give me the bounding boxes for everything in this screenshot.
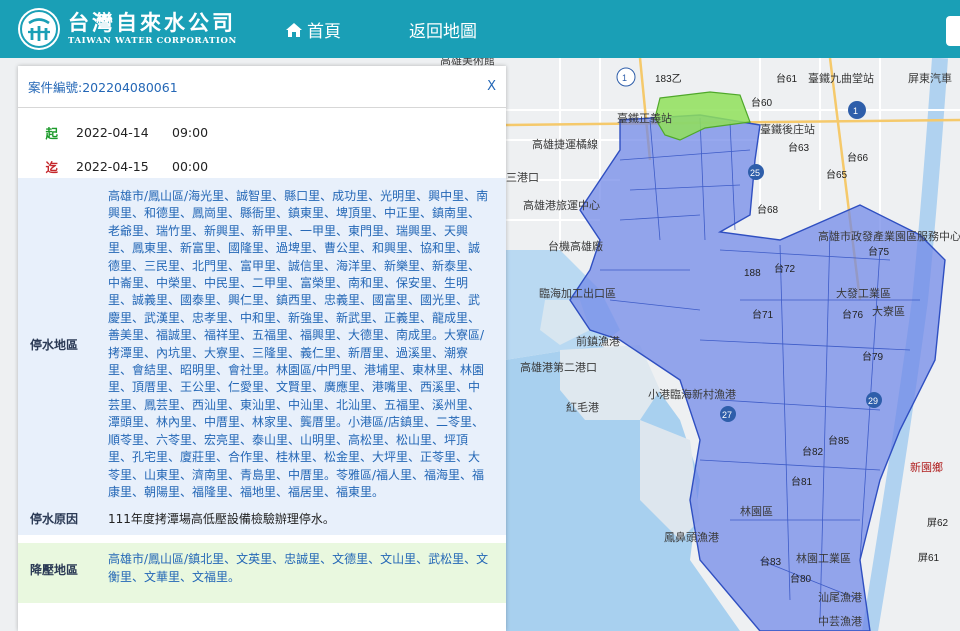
logo-english-name: TAIWAN WATER CORPORATION — [68, 36, 237, 46]
map-label-houzhan-station: 臺鐵後庄站 — [760, 122, 815, 136]
outage-reason-text: 111年度拷潭場高低壓設備檢驗辦理停水。 — [108, 511, 335, 526]
svg-text:27: 27 — [722, 410, 732, 420]
map-road-72: 台72 — [774, 262, 796, 275]
svg-text:29: 29 — [868, 396, 878, 406]
map-label-industry-center: 高雄市政發產業園區服務中心 — [818, 229, 960, 243]
nav-home-link[interactable]: 首頁 — [285, 17, 341, 42]
section-divider — [18, 535, 506, 544]
close-button[interactable]: X — [487, 79, 496, 94]
map-road-66: 台66 — [847, 151, 869, 164]
map-label-shanwei-port: 汕尾漁港 — [818, 590, 862, 604]
map-label-linyuan: 林園區 — [740, 504, 773, 518]
map-label-jiuqu-station: 臺鐵九曲堂站 — [808, 71, 874, 85]
case-number: 案件編號:202204080061 — [28, 80, 178, 95]
map-label-port2: 高雄港第二港口 — [520, 360, 597, 374]
start-label: 起 — [45, 125, 58, 141]
end-label: 迄 — [45, 159, 58, 175]
map-road-79: 台79 — [862, 350, 884, 363]
map-road-183b: 183乙 — [655, 73, 682, 85]
map-road-80: 台80 — [790, 572, 812, 585]
map-label-daliao: 大寮區 — [872, 304, 905, 318]
map-label-pingtung-bus: 屏東汽車 — [908, 71, 952, 85]
low-pressure-area-list: 高雄市/鳳山區/鎮北里、文英里、忠誠里、文德里、文山里、武松里、文衡里、文華里、… — [108, 552, 489, 584]
map-road-188: 188 — [744, 268, 761, 279]
map-road-p61: 屏61 — [918, 552, 940, 564]
outage-reason-section: 停水原因 111年度拷潭場高低壓設備檢驗辦理停水。 — [18, 501, 506, 536]
map-road-81: 台81 — [791, 475, 813, 488]
low-pressure-label: 降壓地區 — [30, 563, 79, 578]
logo[interactable]: 台灣自來水公司 TAIWAN WATER CORPORATION — [18, 8, 237, 50]
svg-text:1: 1 — [853, 106, 858, 116]
low-pressure-section: 降壓地區 高雄市/鳳山區/鎮北里、文英里、忠誠里、文德里、文山里、武松里、文衡里… — [18, 543, 506, 604]
map-label-hongmao: 紅毛港 — [566, 401, 599, 414]
top-navigation-bar: 台灣自來水公司 TAIWAN WATER CORPORATION 首頁 返回地圖 — [0, 0, 960, 58]
end-time: 00:00 — [172, 158, 209, 174]
end-date: 2022-04-15 — [76, 158, 149, 174]
map-label-zhongyun-port: 中芸漁港 — [818, 614, 862, 628]
nav-home-label: 首頁 — [307, 22, 341, 42]
map-road-68: 台68 — [757, 203, 779, 216]
panel-header: 案件編號:202204080061 X — [18, 66, 506, 108]
map-label-export-zone: 臨海加工出口區 — [539, 286, 616, 300]
nav-back-to-map-link[interactable]: 返回地圖 — [409, 17, 477, 42]
map-road-75: 台75 — [868, 245, 890, 258]
map-label-port3: 三港口 — [506, 171, 539, 184]
outage-reason-label: 停水原因 — [30, 511, 79, 526]
map-road-85: 台85 — [828, 434, 850, 447]
home-icon — [286, 22, 302, 37]
outage-area-section: 停水地區 高雄市/鳳山區/海光里、誠智里、縣口里、成功里、光明里、興中里、南興里… — [18, 178, 506, 502]
outage-info-panel: 案件編號:202204080061 X 起 2022-04-14 09:00 迄… — [18, 66, 506, 631]
start-date: 2022-04-14 — [76, 124, 149, 140]
map-label-yongzheng-station: 臺鐵正義站 — [617, 111, 672, 125]
map-road-p62: 屏62 — [927, 517, 949, 529]
map-label-xiaogang: 小港臨海新村漁港 — [648, 387, 736, 401]
outage-area-label: 停水地區 — [30, 338, 79, 353]
map-road-63: 台63 — [788, 141, 810, 154]
svg-text:1: 1 — [622, 73, 627, 83]
map-road-61: 台61 — [776, 72, 798, 85]
map-label-mrt-orange: 高雄捷運橘線 — [532, 137, 598, 151]
outage-area-list: 高雄市/鳳山區/海光里、誠智里、縣口里、成功里、光明里、興中里、南興里、和德里、… — [108, 189, 489, 499]
map-label-xinyuan: 新園鄉 — [910, 460, 943, 474]
map-label-taiji: 台機高雄廠 — [548, 239, 603, 253]
map-road-60: 台60 — [751, 96, 773, 109]
map-label-dafa-industry: 大發工業區 — [836, 286, 891, 300]
nav-back-label: 返回地圖 — [409, 22, 477, 42]
map-road-82: 台82 — [802, 445, 824, 458]
start-time-row: 起 2022-04-14 09:00 — [18, 122, 506, 142]
map-label-linyuan-industry: 林園工業區 — [796, 551, 851, 565]
side-toggle-tab[interactable] — [946, 16, 960, 46]
logo-text: 台灣自來水公司 TAIWAN WATER CORPORATION — [68, 11, 237, 47]
start-time: 09:00 — [172, 124, 209, 140]
map-road-71: 台71 — [752, 308, 774, 321]
logo-icon — [18, 8, 60, 50]
map-label-harbor-center: 高雄港旅運中心 — [523, 198, 600, 212]
map-road-83: 台83 — [760, 555, 782, 568]
map-label-fengbi-port: 鳳鼻頭漁港 — [664, 530, 719, 544]
time-range: 起 2022-04-14 09:00 迄 2022-04-15 00:00 — [18, 108, 506, 178]
logo-chinese-name: 台灣自來水公司 — [68, 10, 236, 35]
svg-text:25: 25 — [750, 168, 760, 178]
end-time-row: 迄 2022-04-15 00:00 — [18, 156, 506, 176]
map-road-65: 台65 — [826, 168, 848, 181]
map-label-qianzhen-port: 前鎮漁港 — [576, 334, 620, 348]
map-road-76: 台76 — [842, 308, 864, 321]
